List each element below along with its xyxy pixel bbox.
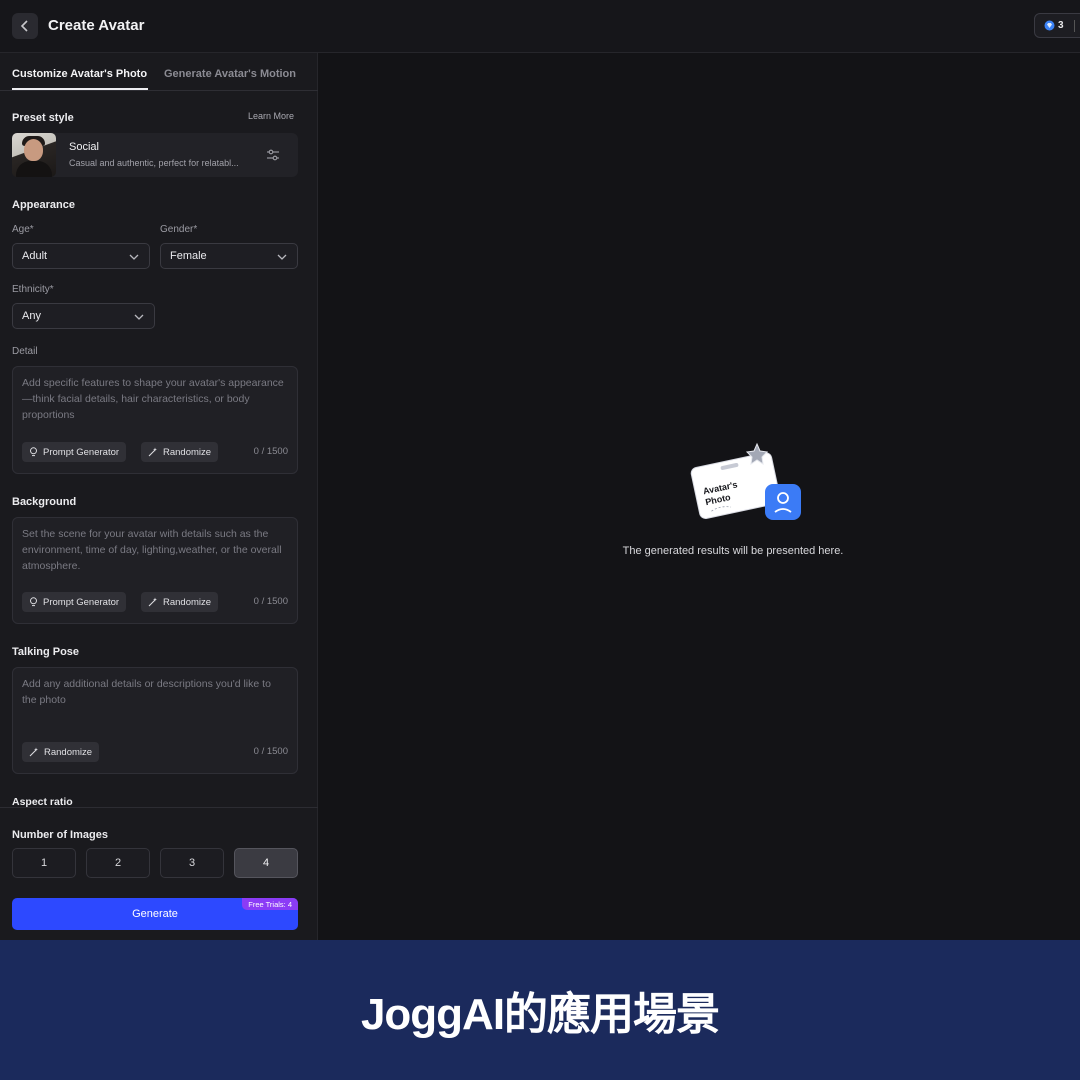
randomize-label: Randomize: [163, 596, 212, 608]
preset-description: Casual and authentic, perfect for relata…: [69, 158, 239, 168]
detail-textarea[interactable]: Add specific features to shape your avat…: [12, 366, 298, 474]
credits-badge[interactable]: 3: [1034, 13, 1080, 38]
active-tab-indicator: [12, 88, 148, 90]
talking-pose-placeholder: Add any additional details or descriptio…: [22, 678, 271, 706]
lightbulb-icon: [30, 447, 37, 457]
empty-results-message: The generated results will be presented …: [622, 545, 844, 557]
randomize-button[interactable]: Randomize: [22, 742, 100, 762]
gender-label: Gender*: [160, 224, 198, 235]
generate-button[interactable]: Generate Free Trials: 4: [12, 898, 298, 930]
page-title: Create Avatar: [48, 17, 145, 34]
magic-wand-icon: [29, 747, 38, 757]
detail-label: Detail: [12, 346, 38, 357]
ethnicity-value: Any: [22, 310, 41, 322]
prompt-generator-label: Prompt Generator: [43, 446, 120, 458]
chevron-down-icon: [277, 254, 287, 260]
randomize-label: Randomize: [163, 446, 212, 458]
image-count-3[interactable]: 3: [160, 848, 224, 878]
tab-customize-photo[interactable]: Customize Avatar's Photo: [12, 68, 147, 80]
prompt-generator-button[interactable]: Prompt Generator: [22, 442, 127, 462]
lightbulb-icon: [30, 597, 37, 607]
talking-pose-label: Talking Pose: [12, 646, 80, 658]
generate-label: Generate: [132, 908, 178, 920]
magic-wand-icon: [148, 447, 157, 457]
image-count-4[interactable]: 4: [234, 848, 298, 878]
caption-banner: JoggAI的應用場景: [0, 940, 1080, 1080]
tab-bar: Customize Avatar's Photo Generate Avatar…: [0, 53, 318, 91]
back-button[interactable]: [12, 13, 38, 39]
number-of-images-label: Number of Images: [12, 829, 108, 841]
ethnicity-select[interactable]: Any: [12, 303, 155, 329]
magic-wand-icon: [148, 597, 157, 607]
tab-generate-motion[interactable]: Generate Avatar's Motion: [164, 68, 296, 80]
sidebar: Customize Avatar's Photo Generate Avatar…: [0, 53, 318, 940]
appearance-label: Appearance: [12, 199, 75, 211]
chevron-down-icon: [134, 314, 144, 320]
ethnicity-label: Ethnicity*: [12, 284, 54, 295]
preset-thumbnail: [12, 133, 56, 177]
preset-name: Social: [69, 141, 99, 153]
results-area: Avatar's Photo The generated results wil…: [319, 53, 1080, 940]
image-count-1[interactable]: 1: [12, 848, 76, 878]
background-char-counter: 0 / 1500: [253, 596, 288, 607]
chevron-left-icon: [20, 20, 28, 32]
chevron-down-icon: [129, 254, 139, 260]
randomize-label: Randomize: [44, 746, 93, 758]
age-label: Age*: [12, 224, 34, 235]
avatar-photo-illustration: Avatar's Photo: [690, 442, 801, 520]
section-divider: [0, 807, 318, 808]
preset-style-card[interactable]: Social Casual and authentic, perfect for…: [12, 133, 298, 177]
credits-divider: [1073, 19, 1075, 32]
preset-style-label: Preset style: [12, 112, 74, 124]
prompt-generator-label: Prompt Generator: [43, 596, 120, 608]
age-value: Adult: [22, 250, 48, 262]
talking-pose-char-counter: 0 / 1500: [253, 746, 288, 757]
background-placeholder: Set the scene for your avatar with detai…: [22, 528, 282, 572]
free-trials-badge: Free Trials: 4: [242, 898, 298, 910]
background-label: Background: [12, 496, 77, 508]
credits-count: 3: [1058, 20, 1064, 31]
sliders-icon[interactable]: [266, 148, 280, 162]
learn-more-link[interactable]: Learn More: [248, 111, 294, 121]
prompt-generator-button[interactable]: Prompt Generator: [22, 592, 127, 612]
talking-pose-textarea[interactable]: Add any additional details or descriptio…: [12, 667, 298, 774]
background-textarea[interactable]: Set the scene for your avatar with detai…: [12, 517, 298, 624]
image-count-2[interactable]: 2: [86, 848, 150, 878]
detail-placeholder: Add specific features to shape your avat…: [22, 377, 284, 421]
randomize-button[interactable]: Randomize: [141, 442, 219, 462]
age-select[interactable]: Adult: [12, 243, 150, 269]
diamond-icon: [1044, 20, 1055, 31]
gender-value: Female: [170, 250, 207, 262]
randomize-button[interactable]: Randomize: [141, 592, 219, 612]
detail-char-counter: 0 / 1500: [253, 446, 288, 457]
top-bar: Create Avatar 3: [0, 0, 1080, 53]
banner-title: JoggAI的應用場景: [360, 990, 720, 1039]
gender-select[interactable]: Female: [160, 243, 298, 269]
